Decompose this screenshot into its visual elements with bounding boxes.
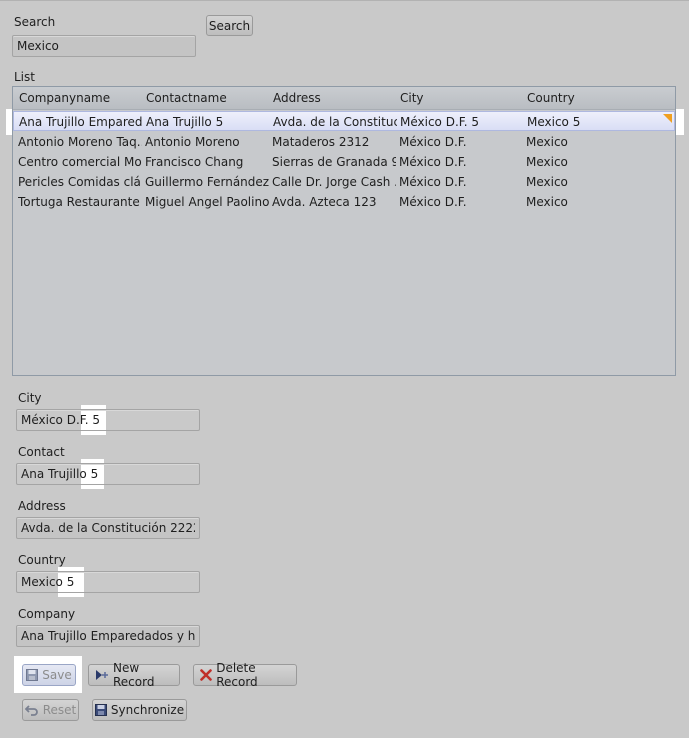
window-top-border — [0, 0, 689, 1]
reset-button[interactable]: Reset — [22, 699, 79, 721]
cell-city: México D.F. — [399, 155, 467, 169]
cell-city: México D.F. — [399, 175, 467, 189]
city-field[interactable]: México D.F. 5 — [16, 409, 200, 431]
column-header-contactname[interactable]: Contactname — [146, 91, 227, 105]
cell-address: Calle Dr. Jorge Cash ... — [272, 175, 396, 189]
save-button[interactable]: Save — [22, 664, 76, 686]
cell-country: Mexico — [526, 135, 568, 149]
city-label: City — [18, 391, 42, 405]
table-row[interactable]: Pericles Comidas clá... Guillermo Fernán… — [13, 172, 675, 192]
cell-companyname: Pericles Comidas clá... — [18, 175, 142, 189]
cell-city: México D.F. — [399, 135, 467, 149]
new-record-button[interactable]: New Record — [88, 661, 180, 689]
cell-address: Mataderos 2312 — [272, 135, 370, 149]
search-input[interactable]: Mexico — [12, 35, 196, 57]
country-field[interactable]: Mexico 5 — [16, 571, 200, 593]
modified-corner-marker — [663, 114, 672, 123]
company-label: Company — [18, 607, 76, 621]
column-header-address[interactable]: Address — [273, 91, 321, 105]
cell-contactname: Francisco Chang — [145, 155, 244, 169]
cell-companyname: Centro comercial Mo... — [18, 155, 142, 169]
address-field[interactable]: Avda. de la Constitución 2222 — [16, 517, 200, 539]
reset-icon — [24, 703, 39, 717]
delete-icon — [200, 668, 212, 682]
table-row[interactable]: Centro comercial Mo... Francisco Chang S… — [13, 152, 675, 172]
column-header-country[interactable]: Country — [527, 91, 575, 105]
grid-header: Companyname Contactname Address City Cou… — [13, 87, 675, 110]
cell-contactname: Guillermo Fernández — [145, 175, 269, 189]
cell-companyname: Ana Trujillo Empared... — [19, 115, 143, 129]
cell-contactname: Antonio Moreno — [145, 135, 240, 149]
delete-record-button[interactable]: Delete Record — [193, 661, 297, 689]
cell-address: Avda. de la Constituc... — [273, 115, 397, 129]
cell-companyname: Antonio Moreno Taq... — [18, 135, 142, 149]
column-header-city[interactable]: City — [400, 91, 424, 105]
cell-city: México D.F. 5 — [400, 115, 480, 129]
customer-list-grid[interactable]: Companyname Contactname Address City Cou… — [12, 86, 676, 376]
cell-address: Sierras de Granada 9... — [272, 155, 396, 169]
table-row-selected[interactable]: Ana Trujillo Empared... Ana Trujillo 5 A… — [13, 111, 675, 131]
address-label: Address — [18, 499, 66, 513]
table-row[interactable]: Antonio Moreno Taq... Antonio Moreno Mat… — [13, 132, 675, 152]
list-label: List — [14, 70, 35, 84]
save-icon — [26, 668, 39, 682]
company-field[interactable]: Ana Trujillo Emparedados y hela — [16, 625, 200, 647]
cell-companyname: Tortuga Restaurante — [18, 195, 140, 209]
contact-field[interactable]: Ana Trujillo 5 — [16, 463, 200, 485]
contact-label: Contact — [18, 445, 65, 459]
cell-address: Avda. Azteca 123 — [272, 195, 377, 209]
cell-country: Mexico — [526, 195, 568, 209]
search-button[interactable]: Search — [206, 15, 253, 36]
cell-contactname: Ana Trujillo 5 — [146, 115, 224, 129]
cell-country: Mexico — [526, 175, 568, 189]
cell-country: Mexico — [526, 155, 568, 169]
country-label: Country — [18, 553, 66, 567]
search-label: Search — [14, 15, 56, 29]
table-row[interactable]: Tortuga Restaurante Miguel Angel Paolino… — [13, 192, 675, 212]
cell-city: México D.F. — [399, 195, 467, 209]
cell-country: Mexico 5 — [527, 115, 581, 129]
column-header-companyname[interactable]: Companyname — [19, 91, 110, 105]
synchronize-icon — [94, 703, 107, 717]
cell-contactname: Miguel Angel Paolino — [145, 195, 269, 209]
synchronize-button[interactable]: Synchronize — [92, 699, 187, 721]
new-record-icon — [95, 668, 109, 682]
